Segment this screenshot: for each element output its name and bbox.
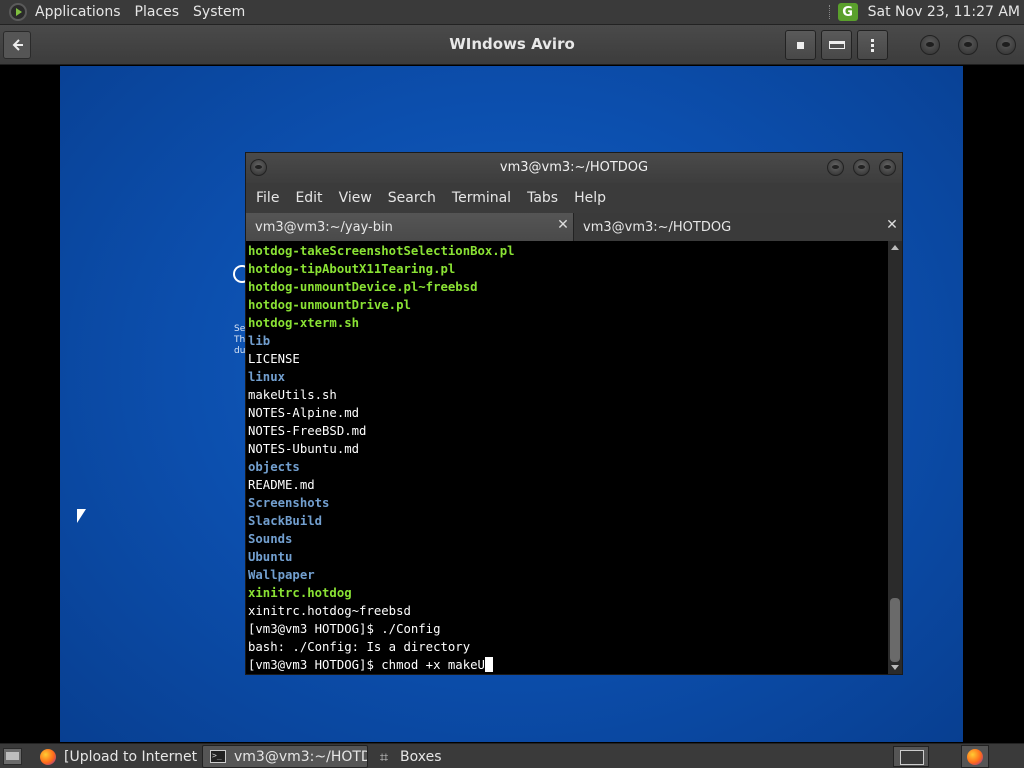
distro-logo-icon[interactable] (9, 3, 27, 21)
close-icon[interactable]: ✕ (557, 218, 569, 232)
tab-label: vm3@vm3:~/yay-bin (255, 219, 393, 235)
terminal-line: lib (248, 334, 271, 348)
shell-prompt: [vm3@vm3 HOTDOG]$ (248, 658, 382, 672)
terminal-line: [vm3@vm3 HOTDOG]$ ./Config (248, 622, 441, 636)
top-panel-tray: G Sat Nov 23, 11:27 AM (828, 0, 1024, 25)
terminal-line: objects (248, 460, 300, 474)
back-button[interactable] (3, 31, 31, 59)
terminal-line: hotdog-unmountDrive.pl (248, 298, 411, 312)
more-menu-icon (871, 38, 874, 52)
terminal-line: Ubuntu (248, 550, 293, 564)
terminal-line: Sounds (248, 532, 293, 546)
menu-applications[interactable]: Applications (35, 4, 121, 20)
tab-label: vm3@vm3:~/HOTDOG (583, 219, 732, 235)
terminal-line: SlackBuild (248, 514, 323, 528)
stop-icon (797, 41, 804, 49)
taskbar-item-boxes[interactable]: ⌗ Boxes (369, 745, 529, 768)
terminal-prompt-line[interactable]: [vm3@vm3 HOTDOG]$ chmod +x makeU (248, 656, 515, 674)
terminal-maximize-button[interactable] (853, 159, 870, 176)
close-button[interactable] (996, 35, 1016, 55)
menu-search[interactable]: Search (382, 190, 442, 206)
terminal-output[interactable]: hotdog-takeScreenshotSelectionBox.pl hotd… (246, 241, 888, 674)
terminal-window[interactable]: vm3@vm3:~/HOTDOG File Edit View Search T… (245, 152, 903, 675)
menu-edit[interactable]: Edit (289, 190, 328, 206)
terminal-line: makeUtils.sh (248, 388, 337, 402)
menu-places[interactable]: Places (135, 4, 180, 20)
tray-firefox-button[interactable] (961, 745, 989, 768)
taskbar-item-terminal[interactable]: >_ vm3@vm3:~/HOTD... (202, 745, 368, 768)
taskbar-item-label: [Upload to Internet ... (64, 748, 201, 765)
minimize-button[interactable] (920, 35, 940, 55)
tray-app-icon[interactable]: G (837, 3, 858, 21)
terminal-line: xinitrc.hotdog~freebsd (248, 604, 411, 618)
terminal-line: linux (248, 370, 286, 384)
terminal-lines: hotdog-takeScreenshotSelectionBox.pl hotd… (248, 242, 515, 674)
terminal-line: NOTES-FreeBSD.md (248, 424, 367, 438)
workspace-switcher[interactable] (893, 746, 929, 767)
taskbar-item-label: vm3@vm3:~/HOTD... (234, 748, 367, 765)
menu-help[interactable]: Help (568, 190, 612, 206)
terminal-line: hotdog-xterm.sh (248, 316, 360, 330)
menu-view[interactable]: View (333, 190, 378, 206)
back-arrow-icon (12, 39, 23, 51)
menu-system[interactable]: System (193, 4, 245, 20)
keyboard-button[interactable] (821, 30, 852, 60)
terminal-line: README.md (248, 478, 315, 492)
boxes-icon: ⌗ (379, 747, 389, 766)
terminal-line: LICENSE (248, 352, 300, 366)
terminal-minimize-button[interactable] (827, 159, 844, 176)
more-menu-button[interactable] (857, 30, 888, 60)
terminal-title: vm3@vm3:~/HOTDOG (499, 160, 649, 175)
terminal-icon: >_ (209, 748, 227, 766)
tab-hotdog[interactable]: vm3@vm3:~/HOTDOG ✕ (574, 213, 902, 241)
show-desktop-button[interactable] (3, 748, 22, 765)
taskbar-item-firefox[interactable]: [Upload to Internet ... (33, 745, 201, 768)
bottom-panel: [Upload to Internet ... >_ vm3@vm3:~/HOT… (0, 743, 1024, 768)
scrollbar-thumb[interactable] (890, 598, 900, 662)
terminal-line: NOTES-Ubuntu.md (248, 442, 360, 456)
menu-terminal[interactable]: Terminal (446, 190, 517, 206)
stop-button[interactable] (785, 30, 816, 60)
menu-tabs[interactable]: Tabs (521, 190, 564, 206)
terminal-titlebar[interactable]: vm3@vm3:~/HOTDOG (246, 153, 902, 183)
close-icon[interactable]: ✕ (886, 218, 898, 232)
terminal-line: Wallpaper (248, 568, 315, 582)
scroll-up-icon[interactable] (891, 245, 899, 250)
firefox-icon (39, 748, 57, 766)
terminal-close-button[interactable] (879, 159, 896, 176)
taskbar-item-label: Boxes (400, 748, 442, 765)
terminal-line: hotdog-takeScreenshotSelectionBox.pl (248, 244, 515, 258)
terminal-line: Screenshots (248, 496, 330, 510)
app-header-bar: WIndows Aviro (0, 25, 1024, 65)
scroll-down-icon[interactable] (891, 665, 899, 670)
tab-yay-bin[interactable]: vm3@vm3:~/yay-bin ✕ (246, 213, 574, 241)
keyboard-icon (828, 41, 845, 49)
mouse-pointer-icon (77, 509, 86, 523)
clock[interactable]: Sat Nov 23, 11:27 AM (868, 4, 1020, 20)
terminal-scrollbar[interactable] (888, 241, 902, 674)
terminal-tabbar: vm3@vm3:~/yay-bin ✕ vm3@vm3:~/HOTDOG ✕ (246, 213, 902, 241)
terminal-line: NOTES-Alpine.md (248, 406, 360, 420)
terminal-menubar: File Edit View Search Terminal Tabs Help (246, 183, 902, 213)
command-input[interactable]: chmod +x makeU (381, 658, 485, 672)
menu-file[interactable]: File (250, 190, 285, 206)
firefox-icon (967, 748, 983, 765)
top-panel: Applications Places System G Sat Nov 23,… (0, 0, 1024, 25)
maximize-button[interactable] (958, 35, 978, 55)
terminal-line: bash: ./Config: Is a directory (248, 640, 471, 654)
terminal-line: hotdog-unmountDevice.pl~freebsd (248, 280, 478, 294)
text-cursor (484, 657, 493, 672)
panel-grip (828, 5, 832, 19)
terminal-line: hotdog-tipAboutX11Tearing.pl (248, 262, 456, 276)
terminal-line: xinitrc.hotdog (248, 586, 352, 600)
